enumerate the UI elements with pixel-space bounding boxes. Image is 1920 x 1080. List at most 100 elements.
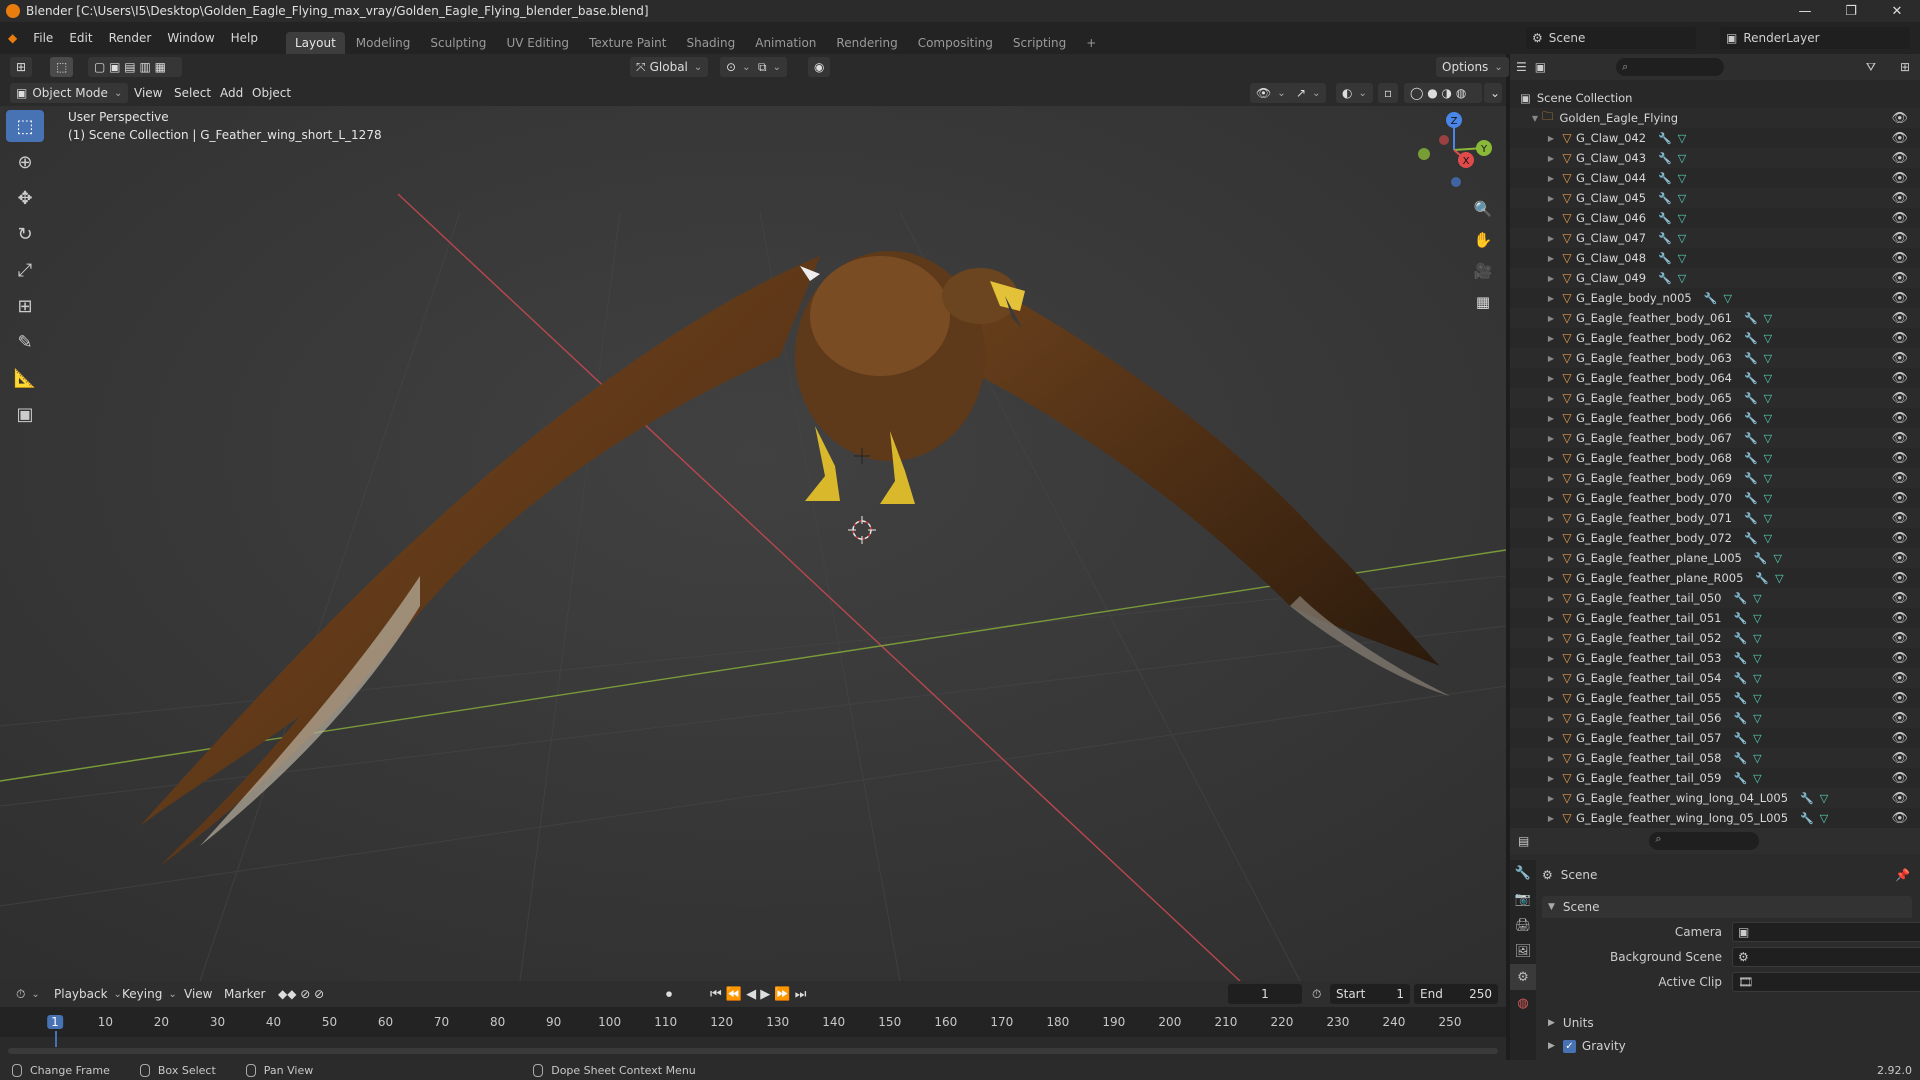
eye-icon[interactable]: 👁	[1891, 471, 1908, 486]
expand-arrow-icon[interactable]: ▶	[1544, 494, 1558, 503]
mesh-data-icon[interactable]: ▽	[1764, 312, 1772, 325]
mesh-data-icon[interactable]: ▽	[1764, 432, 1772, 445]
modifier-icon[interactable]: 🔧	[1744, 372, 1758, 385]
expand-arrow-icon[interactable]: ▶	[1544, 234, 1558, 243]
expand-arrow-icon[interactable]: ▶	[1544, 294, 1558, 303]
tab-animation[interactable]: Animation	[746, 32, 825, 54]
add-workspace-button[interactable]: +	[1077, 32, 1105, 54]
eye-icon[interactable]: 👁	[1891, 351, 1908, 366]
scale-tool-icon[interactable]: ⤢	[6, 254, 44, 286]
eye-icon[interactable]: 👁	[1891, 331, 1908, 346]
eye-icon[interactable]: 👁	[1891, 771, 1908, 786]
expand-arrow-icon[interactable]: ▶	[1544, 374, 1558, 383]
outliner-editor-icon[interactable]: ☰	[1516, 60, 1527, 74]
scene-panel-header[interactable]: ▼ Scene	[1542, 896, 1912, 918]
outliner-object-row[interactable]: ▶ ▽ G_Eagle_feather_wing_long_04_L005 🔧 ▽ 👁	[1510, 788, 1920, 808]
render-layer-selector[interactable]: ▣ RenderLayer	[1720, 27, 1910, 49]
gizmo-neg-y[interactable]	[1418, 148, 1430, 160]
editor-type-icon[interactable]: ◆	[0, 31, 25, 45]
transform-orientation-dropdown[interactable]: ⤧ Global	[630, 57, 709, 77]
mesh-data-icon[interactable]: ▽	[1764, 472, 1772, 485]
modifier-icon[interactable]: 🔧	[1744, 452, 1758, 465]
keyframe-icons[interactable]: ◆◆ ⊘ ⊘	[272, 984, 330, 1004]
start-frame-field[interactable]: Start 1	[1330, 984, 1410, 1004]
expand-arrow-icon[interactable]: ▶	[1544, 714, 1558, 723]
expand-arrow-icon[interactable]: ▶	[1544, 214, 1558, 223]
outliner-object-row[interactable]: ▶ ▽ G_Eagle_feather_plane_L005 🔧 ▽ 👁	[1510, 548, 1920, 568]
mesh-data-icon[interactable]: ▽	[1678, 152, 1686, 165]
expand-arrow-icon[interactable]: ▶	[1544, 334, 1558, 343]
camera-field[interactable]: ▣	[1732, 922, 1920, 942]
gravity-checkbox[interactable]: ✓	[1562, 1039, 1576, 1053]
timeline-menu-keying[interactable]: Keying	[116, 984, 183, 1004]
mesh-data-icon[interactable]: ▽	[1764, 352, 1772, 365]
modifier-icon[interactable]: 🔧	[1755, 572, 1769, 585]
outliner-object-row[interactable]: ▶ ▽ G_Eagle_feather_body_062 🔧 ▽ 👁	[1510, 328, 1920, 348]
modifier-icon[interactable]: 🔧	[1744, 392, 1758, 405]
outliner-search-input[interactable]: ⌕	[1616, 58, 1725, 76]
current-frame-field[interactable]: 1	[1228, 984, 1302, 1004]
modifier-icon[interactable]: 🔧	[1733, 692, 1747, 705]
outliner-object-row[interactable]: ▶ ▽ G_Eagle_feather_tail_054 🔧 ▽ 👁	[1510, 668, 1920, 688]
selection-mode-buttons[interactable]: ▢ ▣ ▤ ▥ ▦	[88, 57, 182, 77]
pin-icon[interactable]: 📌	[1895, 868, 1910, 882]
outliner-object-row[interactable]: ▶ ▽ G_Claw_046 🔧 ▽ 👁	[1510, 208, 1920, 228]
rotate-tool-icon[interactable]: ↻	[6, 218, 44, 250]
maximize-button[interactable]: ❐	[1828, 0, 1874, 22]
options-dropdown[interactable]: Options	[1436, 57, 1509, 77]
gizmo-neg-x[interactable]	[1439, 135, 1449, 145]
mesh-data-icon[interactable]: ▽	[1753, 652, 1761, 665]
modifier-icon[interactable]: 🔧	[1754, 552, 1768, 565]
tab-uv-editing[interactable]: UV Editing	[497, 32, 578, 54]
modifier-icon[interactable]: 🔧	[1800, 812, 1814, 825]
gizmo-dropdown[interactable]: ↗	[1290, 83, 1327, 103]
eye-icon[interactable]: 👁	[1891, 811, 1908, 826]
playback-controls[interactable]: ⏮ ⏪ ◀ ▶ ⏩ ⏭	[704, 984, 812, 1004]
playhead[interactable]: 1	[47, 1015, 63, 1029]
mesh-data-icon[interactable]: ▽	[1753, 592, 1761, 605]
modifier-icon[interactable]: 🔧	[1658, 252, 1672, 265]
eye-icon[interactable]: 👁	[1891, 251, 1908, 266]
modifier-icon[interactable]: 🔧	[1744, 412, 1758, 425]
render-properties-icon[interactable]: 📷	[1510, 886, 1536, 912]
outliner-object-row[interactable]: ▶ ▽ G_Eagle_feather_tail_050 🔧 ▽ 👁	[1510, 588, 1920, 608]
outliner-object-row[interactable]: ▶ ▽ G_Claw_044 🔧 ▽ 👁	[1510, 168, 1920, 188]
outliner-object-row[interactable]: ▶ ▽ G_Eagle_feather_tail_052 🔧 ▽ 👁	[1510, 628, 1920, 648]
tab-rendering[interactable]: Rendering	[827, 32, 906, 54]
outliner-object-row[interactable]: ▶ ▽ G_Eagle_feather_tail_058 🔧 ▽ 👁	[1510, 748, 1920, 768]
outliner-collection-row[interactable]: ▼ 🗀 Golden_Eagle_Flying 👁	[1510, 108, 1920, 128]
outliner-object-row[interactable]: ▶ ▽ G_Eagle_feather_tail_055 🔧 ▽ 👁	[1510, 688, 1920, 708]
eye-icon[interactable]: 👁	[1891, 651, 1908, 666]
expand-arrow-icon[interactable]: ▶	[1544, 734, 1558, 743]
modifier-icon[interactable]: 🔧	[1658, 232, 1672, 245]
eye-icon[interactable]: 👁	[1891, 171, 1908, 186]
outliner-object-row[interactable]: ▶ ▽ G_Eagle_feather_body_070 🔧 ▽ 👁	[1510, 488, 1920, 508]
proportional-edit-button[interactable]: ◉	[808, 57, 831, 77]
modifier-icon[interactable]: 🔧	[1658, 192, 1672, 205]
eye-icon[interactable]: 👁	[1891, 751, 1908, 766]
active-clip-field[interactable]: 🎞	[1732, 972, 1920, 992]
background-scene-field[interactable]: ⚙	[1732, 947, 1920, 967]
modifier-icon[interactable]: 🔧	[1733, 592, 1747, 605]
gizmo-neg-z[interactable]	[1451, 177, 1461, 187]
modifier-icon[interactable]: 🔧	[1658, 272, 1672, 285]
outliner-object-row[interactable]: ▶ ▽ G_Eagle_feather_tail_059 🔧 ▽ 👁	[1510, 768, 1920, 788]
outliner-object-row[interactable]: ▶ ▽ G_Eagle_feather_body_064 🔧 ▽ 👁	[1510, 368, 1920, 388]
outliner-object-row[interactable]: ▶ ▽ G_Claw_047 🔧 ▽ 👁	[1510, 228, 1920, 248]
outliner-object-row[interactable]: ▶ ▽ G_Eagle_feather_body_063 🔧 ▽ 👁	[1510, 348, 1920, 368]
tab-texture-paint[interactable]: Texture Paint	[580, 32, 675, 54]
eye-icon[interactable]: 👁	[1891, 691, 1908, 706]
viewport-menu-select[interactable]: Select	[168, 83, 217, 103]
scene-properties-tab-icon[interactable]: ⚙	[1510, 964, 1536, 990]
mesh-data-icon[interactable]: ▽	[1764, 412, 1772, 425]
viewport-menu-add[interactable]: Add	[214, 83, 249, 103]
mesh-data-icon[interactable]: ▽	[1753, 712, 1761, 725]
eye-icon[interactable]: 👁	[1891, 291, 1908, 306]
eye-icon[interactable]: 👁	[1891, 791, 1908, 806]
expand-arrow-icon[interactable]: ▶	[1544, 774, 1558, 783]
viewport-menu-view[interactable]: View	[128, 83, 168, 103]
eye-icon[interactable]: 👁	[1891, 531, 1908, 546]
expand-arrow-icon[interactable]: ▶	[1544, 554, 1558, 563]
eye-icon[interactable]: 👁	[1891, 411, 1908, 426]
eye-icon[interactable]: 👁	[1891, 111, 1908, 126]
